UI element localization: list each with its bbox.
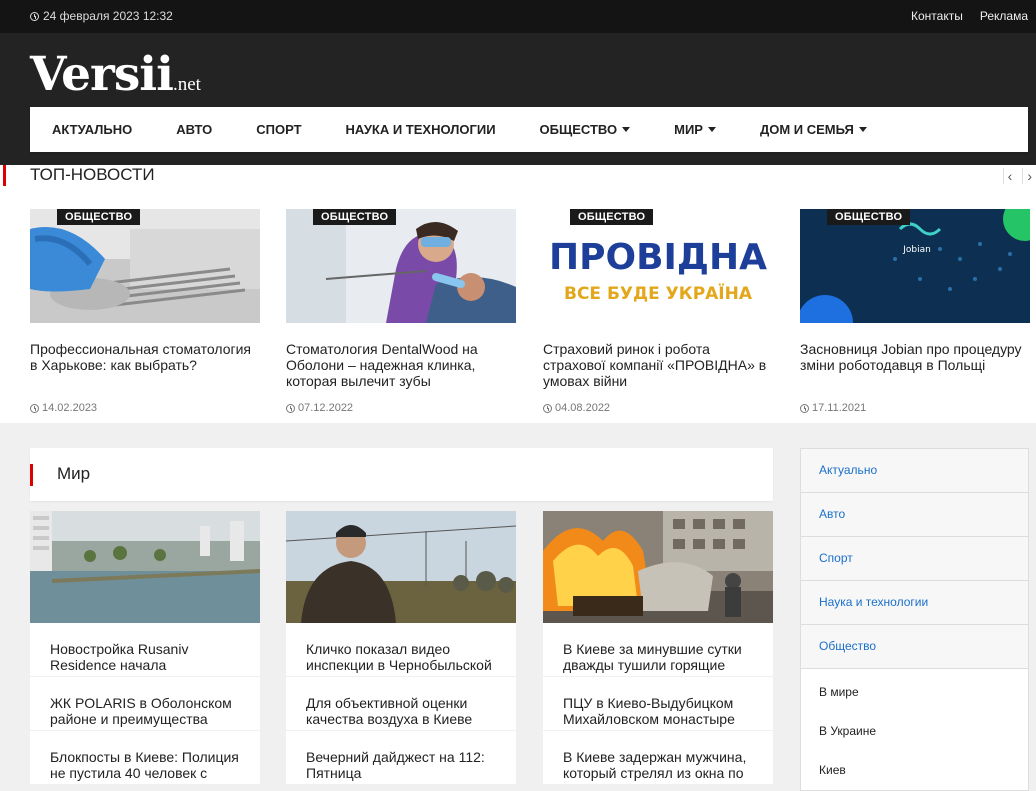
- nav-item-society[interactable]: ОБЩЕСТВО: [518, 107, 653, 152]
- nav-label: НАУКА И ТЕХНОЛОГИИ: [345, 122, 496, 137]
- section-world-header: Мир: [30, 448, 773, 501]
- news-card[interactable]: ОБЩЕСТВО Стоматология DentalWood на Обол…: [286, 209, 516, 414]
- sidebar-subitem-ukraine[interactable]: В Украине: [801, 712, 1028, 751]
- jobian-logo-text: Jobian: [902, 245, 931, 255]
- sidebar-item-auto[interactable]: Авто: [801, 493, 1028, 537]
- news-story[interactable]: Кличко показал видео инспекции в Чернобы…: [286, 623, 516, 677]
- news-image-residential-complex[interactable]: [30, 511, 260, 623]
- nav-label: АКТУАЛЬНО: [52, 122, 133, 137]
- news-story[interactable]: ПЦУ в Киево-Выдубицком Михайловском мона…: [543, 677, 773, 731]
- news-headline[interactable]: Засновниця Jobian про процедуру зміни ро…: [800, 341, 1030, 373]
- site-logo[interactable]: Versii.net: [30, 47, 201, 102]
- chevron-down-icon: [858, 127, 867, 132]
- advertising-link[interactable]: Реклама: [980, 9, 1028, 23]
- news-column: Новостройка Rusaniv Residence начала воз…: [30, 511, 260, 785]
- news-image-jobian[interactable]: Jobian ОБЩЕСТВО: [800, 209, 1030, 323]
- nav-item-world[interactable]: МИР: [652, 107, 738, 152]
- nav-label: ОБЩЕСТВО: [539, 122, 618, 137]
- clock-icon: [286, 403, 295, 413]
- news-column: В Киеве за минувшие сутки дважды тушили …: [543, 511, 773, 785]
- section-accent-bar: [30, 464, 33, 486]
- category-badge[interactable]: ОБЩЕСТВО: [827, 209, 911, 225]
- nav-label: МИР: [674, 122, 703, 137]
- nav-item-home-family[interactable]: ДОМ И СЕМЬЯ: [738, 107, 889, 152]
- news-story[interactable]: В Киеве задержан мужчина, который стреля…: [543, 731, 773, 785]
- top-bar: 24 февраля 2023 12:32 Контакты Реклама: [0, 0, 1036, 33]
- section-accent-bar: [3, 165, 6, 186]
- clock-icon: [800, 403, 809, 413]
- news-date-text: 07.12.2022: [298, 402, 354, 414]
- prev-arrow-icon[interactable]: ‹: [1002, 168, 1012, 184]
- news-date-text: 14.02.2023: [42, 402, 98, 414]
- chevron-down-icon: [622, 127, 631, 132]
- current-date-text: 24 февраля 2023 12:32: [43, 9, 173, 23]
- main-nav: АКТУАЛЬНО АВТО СПОРТ НАУКА И ТЕХНОЛОГИИ …: [30, 107, 1028, 152]
- nav-item-sport[interactable]: СПОРТ: [234, 107, 323, 152]
- news-story[interactable]: ЖК POLARIS в Оболонском районе и преимущ…: [30, 677, 260, 731]
- news-image-fire[interactable]: [543, 511, 773, 623]
- carousel-arrows: ‹ ›: [1002, 168, 1032, 184]
- news-image-dental-tools[interactable]: ОБЩЕСТВО: [30, 209, 260, 323]
- clock-icon: [30, 403, 39, 413]
- site-header: Versii.net АКТУАЛЬНО АВТО СПОРТ НАУКА И …: [0, 33, 1036, 165]
- current-date: 24 февраля 2023 12:32: [30, 9, 173, 23]
- top-links: Контакты Реклама: [911, 9, 1028, 23]
- logo-main: Versii: [30, 47, 174, 102]
- news-date: 14.02.2023: [30, 402, 97, 414]
- news-date: 17.11.2021: [800, 402, 866, 414]
- news-image-dentist[interactable]: ОБЩЕСТВО: [286, 209, 516, 323]
- category-badge[interactable]: ОБЩЕСТВО: [313, 209, 397, 225]
- news-story[interactable]: В Киеве за минувшие сутки дважды тушили …: [543, 623, 773, 677]
- news-story[interactable]: Вечерний дайджест на 112: Пятница: [286, 731, 516, 785]
- news-image-providna-logo[interactable]: ПРОВІДНА ВСЕ БУДЕ УКРАЇНА ОБЩЕСТВО: [543, 209, 773, 323]
- top-news-title: ТОП-НОВОСТИ: [30, 165, 155, 184]
- sidebar-subitem-world[interactable]: В мире: [801, 673, 1028, 712]
- news-headline[interactable]: Страховий ринок і робота страхової компа…: [543, 341, 773, 389]
- nav-item-science[interactable]: НАУКА И ТЕХНОЛОГИИ: [324, 107, 518, 152]
- nav-item-actual[interactable]: АКТУАЛЬНО: [30, 107, 154, 152]
- news-card[interactable]: ПРОВІДНА ВСЕ БУДЕ УКРАЇНА ОБЩЕСТВО Страх…: [543, 209, 773, 414]
- sidebar-item-sport[interactable]: Спорт: [801, 537, 1028, 581]
- category-badge[interactable]: ОБЩЕСТВО: [570, 209, 654, 225]
- top-news: ТОП-НОВОСТИ ‹ › ОБЩЕСТВО Профессиональна…: [0, 165, 1036, 423]
- clock-icon: [30, 11, 39, 21]
- news-card[interactable]: ОБЩЕСТВО Профессиональная стоматология в…: [30, 209, 260, 414]
- category-badge[interactable]: ОБЩЕСТВО: [57, 209, 141, 225]
- providna-slogan-text: ВСЕ БУДЕ УКРАЇНА: [564, 282, 753, 304]
- contacts-link[interactable]: Контакты: [911, 9, 963, 23]
- news-headline[interactable]: Профессиональная стоматология в Харькове…: [30, 341, 260, 373]
- sidebar-item-actual[interactable]: Актуально: [801, 449, 1028, 493]
- news-date: 07.12.2022: [286, 402, 353, 414]
- clock-icon: [543, 403, 552, 413]
- news-date-text: 17.11.2021: [812, 402, 867, 414]
- news-story[interactable]: Для объективной оценки качества воздуха …: [286, 677, 516, 731]
- news-story[interactable]: Блокпосты в Киеве: Полиция не пустила 40…: [30, 731, 260, 785]
- section-title[interactable]: Мир: [57, 464, 90, 484]
- sidebar-item-society[interactable]: Общество: [801, 625, 1028, 669]
- nav-item-auto[interactable]: АВТО: [154, 107, 234, 152]
- providna-logo-text: ПРОВІДНА: [549, 237, 767, 278]
- news-date: 04.08.2022: [543, 402, 610, 414]
- chevron-down-icon: [707, 127, 716, 132]
- category-sidebar: Актуально Авто Спорт Наука и технологии …: [800, 448, 1029, 791]
- sidebar-subitem-kyiv[interactable]: Киев: [801, 751, 1028, 790]
- nav-label: АВТО: [176, 122, 213, 137]
- nav-label: ДОМ И СЕМЬЯ: [759, 122, 854, 137]
- news-column: Кличко показал видео инспекции в Чернобы…: [286, 511, 516, 785]
- next-arrow-icon[interactable]: ›: [1022, 168, 1032, 184]
- news-story[interactable]: Новостройка Rusaniv Residence начала воз…: [30, 623, 260, 677]
- news-date-text: 04.08.2022: [555, 402, 611, 414]
- sidebar-item-science[interactable]: Наука и технологии: [801, 581, 1028, 625]
- news-image-klitschko[interactable]: [286, 511, 516, 623]
- news-headline[interactable]: Стоматология DentalWood на Оболони – над…: [286, 341, 516, 389]
- news-card[interactable]: Jobian ОБЩЕСТВО Засновниця Jobian про пр…: [800, 209, 1030, 414]
- logo-tld: .net: [173, 74, 201, 95]
- nav-label: СПОРТ: [256, 122, 302, 137]
